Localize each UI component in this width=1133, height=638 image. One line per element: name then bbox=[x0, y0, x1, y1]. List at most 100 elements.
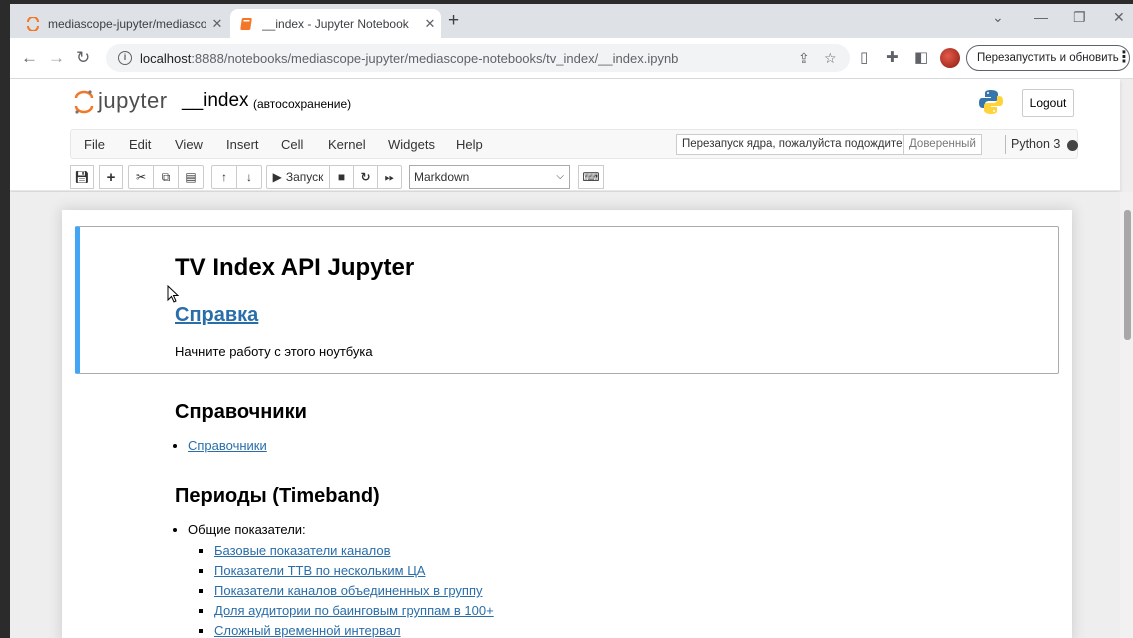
extensions-icon[interactable]: ✚ bbox=[886, 48, 899, 66]
directories-list: Справочники bbox=[188, 438, 307, 453]
notebook-favicon-icon bbox=[240, 17, 252, 30]
profile-avatar[interactable] bbox=[940, 48, 960, 68]
menu-bar: File Edit View Insert Cell Kernel Widget… bbox=[70, 129, 1078, 159]
restart-run-all-button[interactable]: ⏩︎ bbox=[377, 165, 402, 189]
notebook-title-block: TV Index API Jupyter bbox=[175, 254, 414, 282]
notebook-name[interactable]: __index bbox=[182, 90, 249, 112]
restore-icon[interactable]: ❐ bbox=[1073, 9, 1086, 26]
jupyter-logo-text[interactable]: jupyter bbox=[98, 88, 168, 114]
section-heading-timeband: Периоды (Timeband) bbox=[175, 485, 380, 507]
restart-kernel-button[interactable]: ↻ bbox=[353, 165, 378, 189]
chevron-down-icon: ⌵ bbox=[556, 171, 564, 182]
url-path: :8888/notebooks/mediascope-jupyter/media… bbox=[191, 50, 679, 66]
menu-view[interactable]: View bbox=[175, 137, 203, 152]
back-icon[interactable]: ← bbox=[21, 48, 38, 68]
section-heading-directories: Справочники bbox=[175, 401, 307, 423]
address-bar[interactable]: i localhost:8888/notebooks/mediascope-ju… bbox=[106, 44, 850, 72]
play-icon: ▶ bbox=[272, 170, 282, 184]
link-audience-share-buying-groups[interactable]: Доля аудитории по баинговым группам в 10… bbox=[214, 603, 494, 618]
copy-button[interactable]: ⧉ bbox=[153, 165, 179, 189]
general-metrics-list: Базовые показатели каналов Показатели ТТ… bbox=[214, 543, 494, 638]
tab-mediascope[interactable]: mediascope-jupyter/mediascope-n ✕ bbox=[16, 9, 228, 38]
move-button-group: ↑ ↓ bbox=[211, 165, 262, 189]
intro-text: Начните работу с этого ноутбука bbox=[175, 344, 373, 359]
logout-button[interactable]: Logout bbox=[1022, 89, 1074, 117]
tab-index-notebook[interactable]: __index - Jupyter Notebook ✕ bbox=[230, 9, 441, 38]
plus-icon: + bbox=[106, 168, 116, 186]
scrollbar-thumb[interactable] bbox=[1124, 210, 1131, 340]
cell-type-value: Markdown bbox=[414, 170, 470, 184]
browser-menu-icon[interactable]: ⋮ bbox=[1116, 47, 1132, 67]
restart-update-button[interactable]: Перезапустить и обновить bbox=[966, 45, 1130, 71]
forward-icon[interactable]: → bbox=[48, 48, 65, 68]
kernel-status-message: Перезапуск ядра, пожалуйста подождите... bbox=[676, 134, 919, 155]
section-directories: Справочники Справочники bbox=[175, 401, 307, 458]
cell-type-select[interactable]: Markdown ⌵ bbox=[409, 165, 570, 189]
move-down-button[interactable]: ↓ bbox=[236, 165, 262, 189]
jupyter-favicon-icon bbox=[27, 16, 39, 31]
move-up-button[interactable]: ↑ bbox=[211, 165, 237, 189]
link-base-channel-metrics[interactable]: Базовые показатели каналов bbox=[214, 543, 391, 558]
paste-icon: ▤ bbox=[185, 170, 197, 184]
url-host: localhost bbox=[140, 50, 192, 66]
list-item: Базовые показатели каналов bbox=[214, 543, 494, 558]
list-item: Показатели каналов объединенных в группу bbox=[214, 583, 494, 598]
menu-edit[interactable]: Edit bbox=[129, 137, 151, 152]
site-info-icon[interactable]: i bbox=[118, 51, 132, 65]
interrupt-button[interactable]: ■ bbox=[329, 165, 354, 189]
menu-file[interactable]: File bbox=[84, 137, 105, 152]
link-complex-time-interval[interactable]: Сложный временной интервал bbox=[214, 623, 401, 638]
tab-strip: mediascope-jupyter/mediascope-n ✕ __inde… bbox=[10, 4, 1133, 38]
list-item: Справочники bbox=[188, 438, 307, 453]
paste-button[interactable]: ▤ bbox=[178, 165, 204, 189]
keyboard-icon: ⌨ bbox=[582, 170, 600, 184]
insert-cell-button[interactable]: + bbox=[99, 165, 123, 189]
notebook-title: TV Index API Jupyter bbox=[175, 254, 415, 281]
reading-list-icon[interactable]: ▯ bbox=[860, 48, 868, 66]
run-button-group: ▶ Запуск ■ ↻ ⏩︎ bbox=[266, 165, 402, 189]
bookmark-star-icon[interactable]: ☆ bbox=[824, 44, 837, 72]
browser-toolbar: ← → ↻ i localhost:8888/notebooks/mediasc… bbox=[10, 38, 1133, 79]
command-palette-button[interactable]: ⌨ bbox=[578, 165, 604, 189]
stop-icon: ■ bbox=[337, 170, 346, 184]
help-link-block: Справка bbox=[175, 304, 258, 327]
trusted-indicator[interactable]: Доверенный bbox=[903, 134, 982, 155]
kernel-name[interactable]: Python 3 bbox=[1011, 137, 1060, 151]
autosave-status: (автосохранение) bbox=[253, 97, 352, 111]
python-logo-icon bbox=[979, 90, 1003, 114]
window-close-icon[interactable]: ✕ bbox=[1113, 9, 1125, 26]
menu-insert[interactable]: Insert bbox=[226, 137, 259, 152]
tab-search-icon[interactable]: ⌄ bbox=[992, 9, 1004, 26]
run-button[interactable]: ▶ Запуск bbox=[266, 165, 330, 189]
tab-title: mediascope-jupyter/mediascope-n bbox=[48, 16, 206, 31]
share-icon[interactable]: ⇪ bbox=[798, 44, 810, 72]
help-link[interactable]: Справка bbox=[175, 304, 258, 326]
menu-widgets[interactable]: Widgets bbox=[388, 137, 435, 152]
arrow-down-icon: ↓ bbox=[246, 170, 252, 184]
list-item: Показатели ТТВ по нескольким ЦА bbox=[214, 563, 494, 578]
reload-icon[interactable]: ↻ bbox=[76, 48, 90, 68]
section-timeband: Периоды (Timeband) Общие показатели: Баз… bbox=[175, 485, 494, 638]
menu-cell[interactable]: Cell bbox=[281, 137, 303, 152]
link-ttv-multiple-ta[interactable]: Показатели ТТВ по нескольким ЦА bbox=[214, 563, 425, 578]
menu-help[interactable]: Help bbox=[456, 137, 483, 152]
link-grouped-channels[interactable]: Показатели каналов объединенных в группу bbox=[214, 583, 483, 598]
intro-block: Начните работу с этого ноутбука bbox=[175, 344, 373, 359]
close-icon[interactable]: ✕ bbox=[419, 16, 441, 32]
group-label: Общие показатели: bbox=[188, 522, 306, 537]
save-icon: 💾︎ bbox=[74, 170, 90, 184]
cut-button[interactable]: ✂ bbox=[128, 165, 154, 189]
directories-link[interactable]: Справочники bbox=[188, 438, 267, 453]
new-tab-icon[interactable]: + bbox=[448, 10, 459, 32]
scissors-icon: ✂ bbox=[135, 170, 147, 184]
menu-kernel[interactable]: Kernel bbox=[328, 137, 366, 152]
minimize-icon[interactable]: — bbox=[1034, 9, 1048, 25]
jupyter-logo-icon[interactable] bbox=[74, 89, 94, 115]
timeband-list: Общие показатели: Базовые показатели кан… bbox=[188, 522, 494, 638]
side-panel-icon[interactable]: ◧ bbox=[914, 48, 928, 66]
notebook-container: TV Index API Jupyter Справка Начните раб… bbox=[62, 210, 1072, 638]
mouse-cursor-icon bbox=[167, 285, 180, 303]
close-icon[interactable]: ✕ bbox=[206, 16, 228, 32]
browser-window: mediascope-jupyter/mediascope-n ✕ __inde… bbox=[10, 4, 1133, 638]
save-button[interactable]: 💾︎ bbox=[70, 165, 94, 189]
